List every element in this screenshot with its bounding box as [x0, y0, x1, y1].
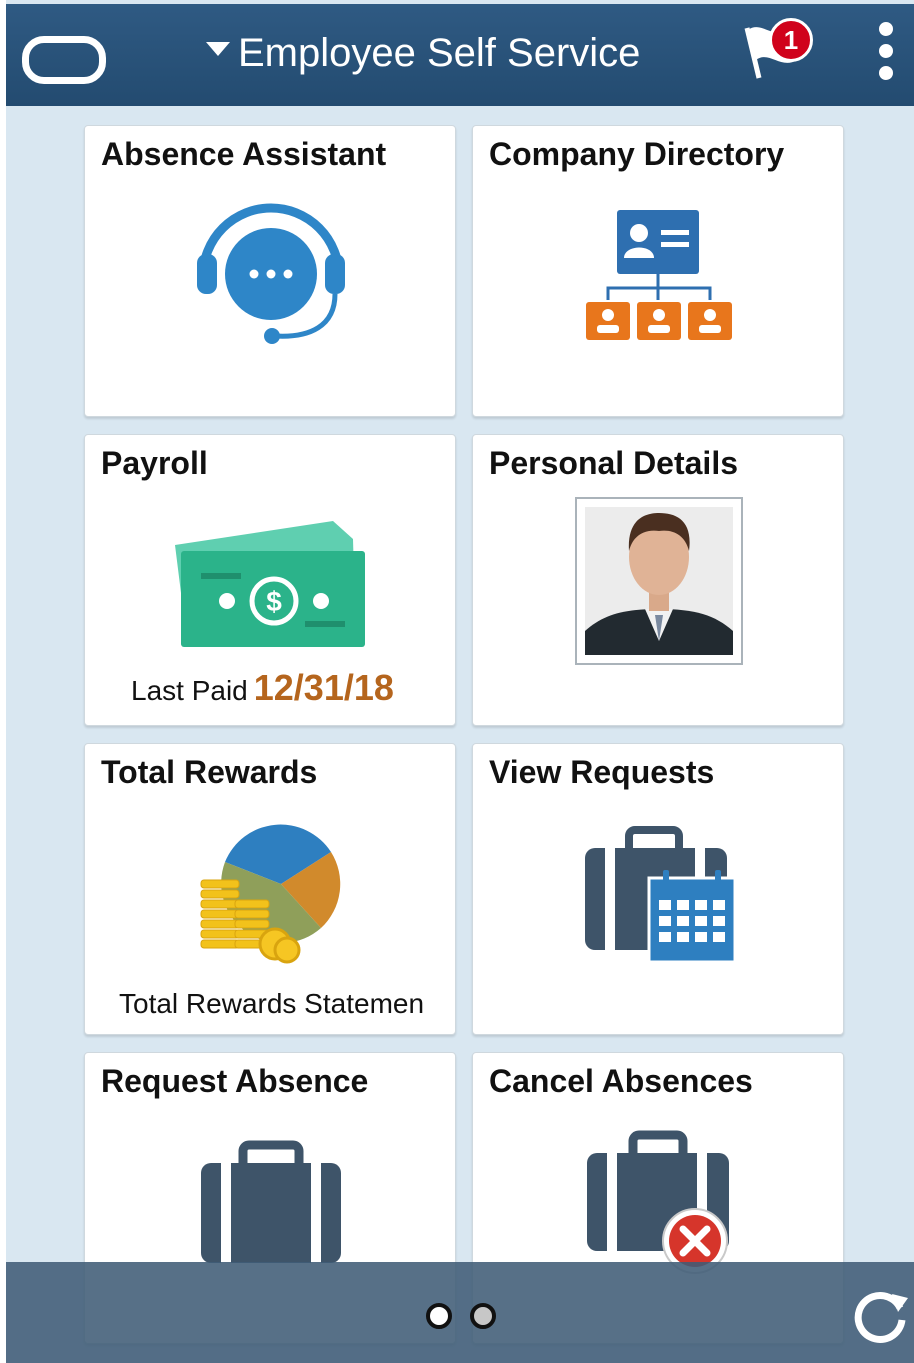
briefcase-calendar-icon: [585, 826, 737, 964]
tile-absence-assistant[interactable]: Absence Assistant: [84, 125, 456, 417]
page-title-text: Employee Self Service: [238, 31, 641, 75]
last-paid-label: Last Paid: [131, 675, 248, 706]
more-vertical-icon[interactable]: [874, 22, 898, 86]
tile-personal-details[interactable]: Personal Details: [472, 434, 844, 726]
headset-chat-icon: [197, 203, 345, 344]
tile-company-directory[interactable]: Company Directory: [472, 125, 844, 417]
employee-photo: [575, 497, 743, 665]
tile-total-rewards[interactable]: Total Rewards Total Rewards Statemen: [84, 743, 456, 1035]
refresh-icon[interactable]: [852, 1286, 912, 1346]
footer-bar: [6, 1262, 914, 1363]
page-indicator-1[interactable]: [426, 1303, 452, 1329]
svg-text:$: $: [266, 586, 282, 617]
org-chart-icon: [586, 210, 732, 340]
last-paid: Last Paid 12/31/18: [131, 667, 394, 709]
oracle-logo-icon[interactable]: [22, 36, 106, 84]
notification-badge[interactable]: 1: [769, 18, 813, 62]
caret-down-icon: [206, 42, 230, 57]
total-rewards-subtitle: Total Rewards Statemen: [119, 988, 425, 1019]
tile-view-requests[interactable]: View Requests: [472, 743, 844, 1035]
left-edge: [0, 0, 6, 1363]
page-title[interactable]: Employee Self Service: [206, 28, 640, 78]
page-indicator-2[interactable]: [470, 1303, 496, 1329]
tile-payroll[interactable]: Payroll $ Last Paid 12/31/18: [84, 434, 456, 726]
last-paid-date: 12/31/18: [253, 667, 394, 708]
app-header: Employee Self Service 1: [6, 4, 914, 106]
